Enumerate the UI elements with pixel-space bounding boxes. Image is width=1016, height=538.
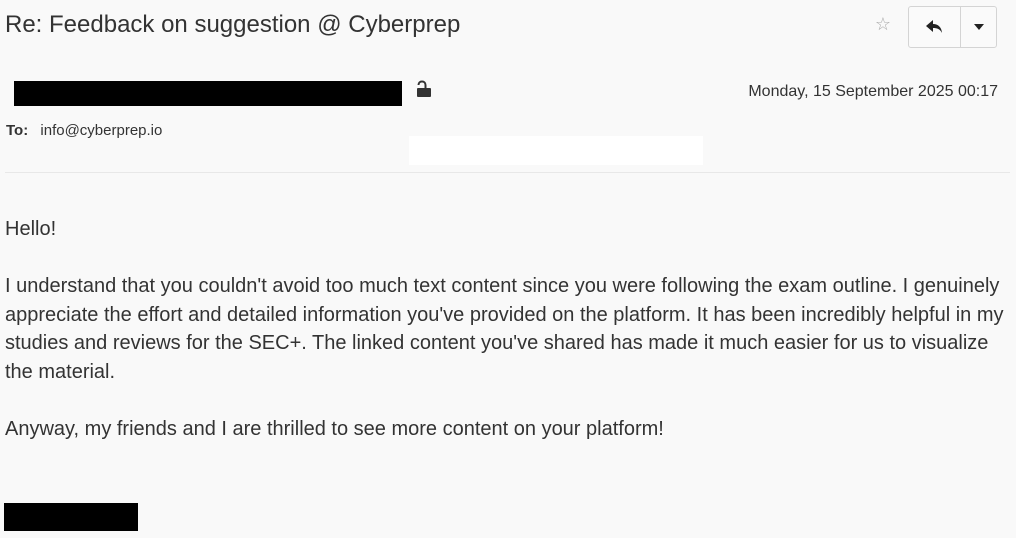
email-date: Monday, 15 September 2025 00:17 — [748, 83, 998, 100]
to-label: To: — [6, 122, 29, 139]
email-subject: Re: Feedback on suggestion @ Cyberprep — [5, 11, 461, 38]
caret-down-icon — [973, 24, 984, 30]
email-view: Re: Feedback on suggestion @ Cyberprep ☆… — [0, 0, 1016, 538]
header-divider — [5, 172, 1010, 173]
redacted-sender — [14, 81, 402, 106]
blank-panel — [409, 136, 703, 165]
recipient-address[interactable]: info@cyberprep.io — [40, 122, 162, 139]
email-paragraph: I understand that you couldn't avoid too… — [5, 275, 1004, 383]
email-body: Hello! I understand that you couldn't av… — [5, 215, 1011, 443]
unlocked-padlock-icon — [417, 80, 431, 97]
more-actions-dropdown[interactable] — [961, 7, 996, 47]
email-greeting: Hello! — [5, 218, 57, 240]
email-paragraph: Anyway, my friends and I are thrilled to… — [5, 417, 664, 440]
reply-arrow-icon — [925, 20, 942, 33]
star-icon[interactable]: ☆ — [873, 13, 893, 35]
reply-button[interactable] — [909, 7, 961, 47]
redacted-signature — [4, 503, 138, 531]
reply-button-group — [908, 6, 997, 48]
recipient-row: To: info@cyberprep.io — [6, 122, 162, 139]
